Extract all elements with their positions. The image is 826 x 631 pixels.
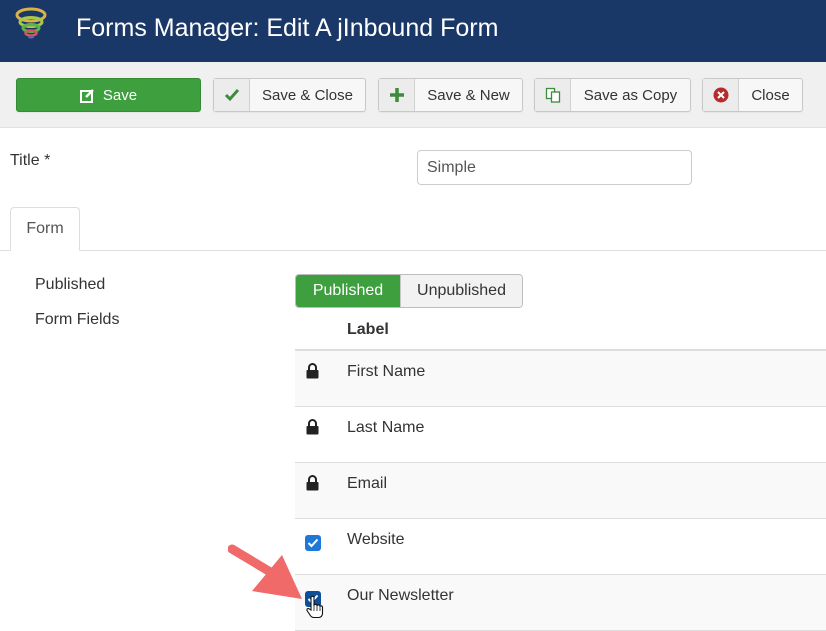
- unpublished-option[interactable]: Unpublished: [400, 275, 522, 307]
- lock-icon: [306, 475, 319, 491]
- jinbound-logo-icon: [15, 7, 47, 39]
- label-column-header: Label: [347, 321, 389, 338]
- red-arrow-annotation-icon: [228, 544, 302, 599]
- hand-cursor-icon: [306, 595, 324, 619]
- published-option[interactable]: Published: [296, 275, 400, 307]
- table-row: Email: [295, 463, 826, 519]
- form-fields-table: Label First Name Last Name Email Website: [295, 312, 826, 631]
- app-header: Forms Manager: Edit A jInbound Form: [0, 0, 826, 62]
- save-new-label: Save & New: [427, 86, 510, 104]
- copy-icon: [545, 87, 560, 103]
- page-title: Forms Manager: Edit A jInbound Form: [76, 14, 499, 42]
- tabs-divider: [0, 250, 826, 251]
- toolbar: Save Save & Close Save & New Save as Cop…: [0, 62, 826, 128]
- close-circle-icon: [713, 87, 728, 103]
- save-button[interactable]: Save: [16, 78, 201, 112]
- field-label: Email: [347, 475, 388, 492]
- table-row: Last Name: [295, 407, 826, 463]
- edit-icon: [79, 88, 94, 103]
- close-label: Close: [751, 86, 790, 104]
- plus-icon: [389, 88, 404, 102]
- title-label: Title *: [10, 152, 51, 169]
- field-label: Last Name: [347, 419, 425, 436]
- table-header: Label: [295, 312, 826, 351]
- save-as-copy-button[interactable]: Save as Copy: [534, 78, 691, 112]
- save-button-label: Save: [102, 86, 138, 104]
- check-icon: [224, 89, 239, 102]
- field-label: Our Newsletter: [347, 587, 454, 604]
- close-button[interactable]: Close: [702, 78, 803, 112]
- save-new-button[interactable]: Save & New: [378, 78, 523, 112]
- checkmark-icon: [307, 538, 319, 548]
- field-label: Website: [347, 531, 405, 548]
- save-close-label: Save & Close: [262, 86, 353, 104]
- table-row: Our Newsletter: [295, 575, 826, 631]
- published-toggle: Published Unpublished: [295, 274, 523, 308]
- lock-icon: [306, 419, 319, 435]
- save-close-button[interactable]: Save & Close: [213, 78, 366, 112]
- form-fields-label: Form Fields: [35, 311, 120, 328]
- save-as-copy-label: Save as Copy: [583, 86, 678, 104]
- table-row: Website: [295, 519, 826, 575]
- title-input[interactable]: [417, 150, 692, 185]
- lock-icon: [306, 363, 319, 379]
- tab-form[interactable]: Form: [10, 207, 80, 251]
- field-label: First Name: [347, 363, 426, 380]
- table-row: First Name: [295, 351, 826, 407]
- published-label: Published: [35, 276, 106, 293]
